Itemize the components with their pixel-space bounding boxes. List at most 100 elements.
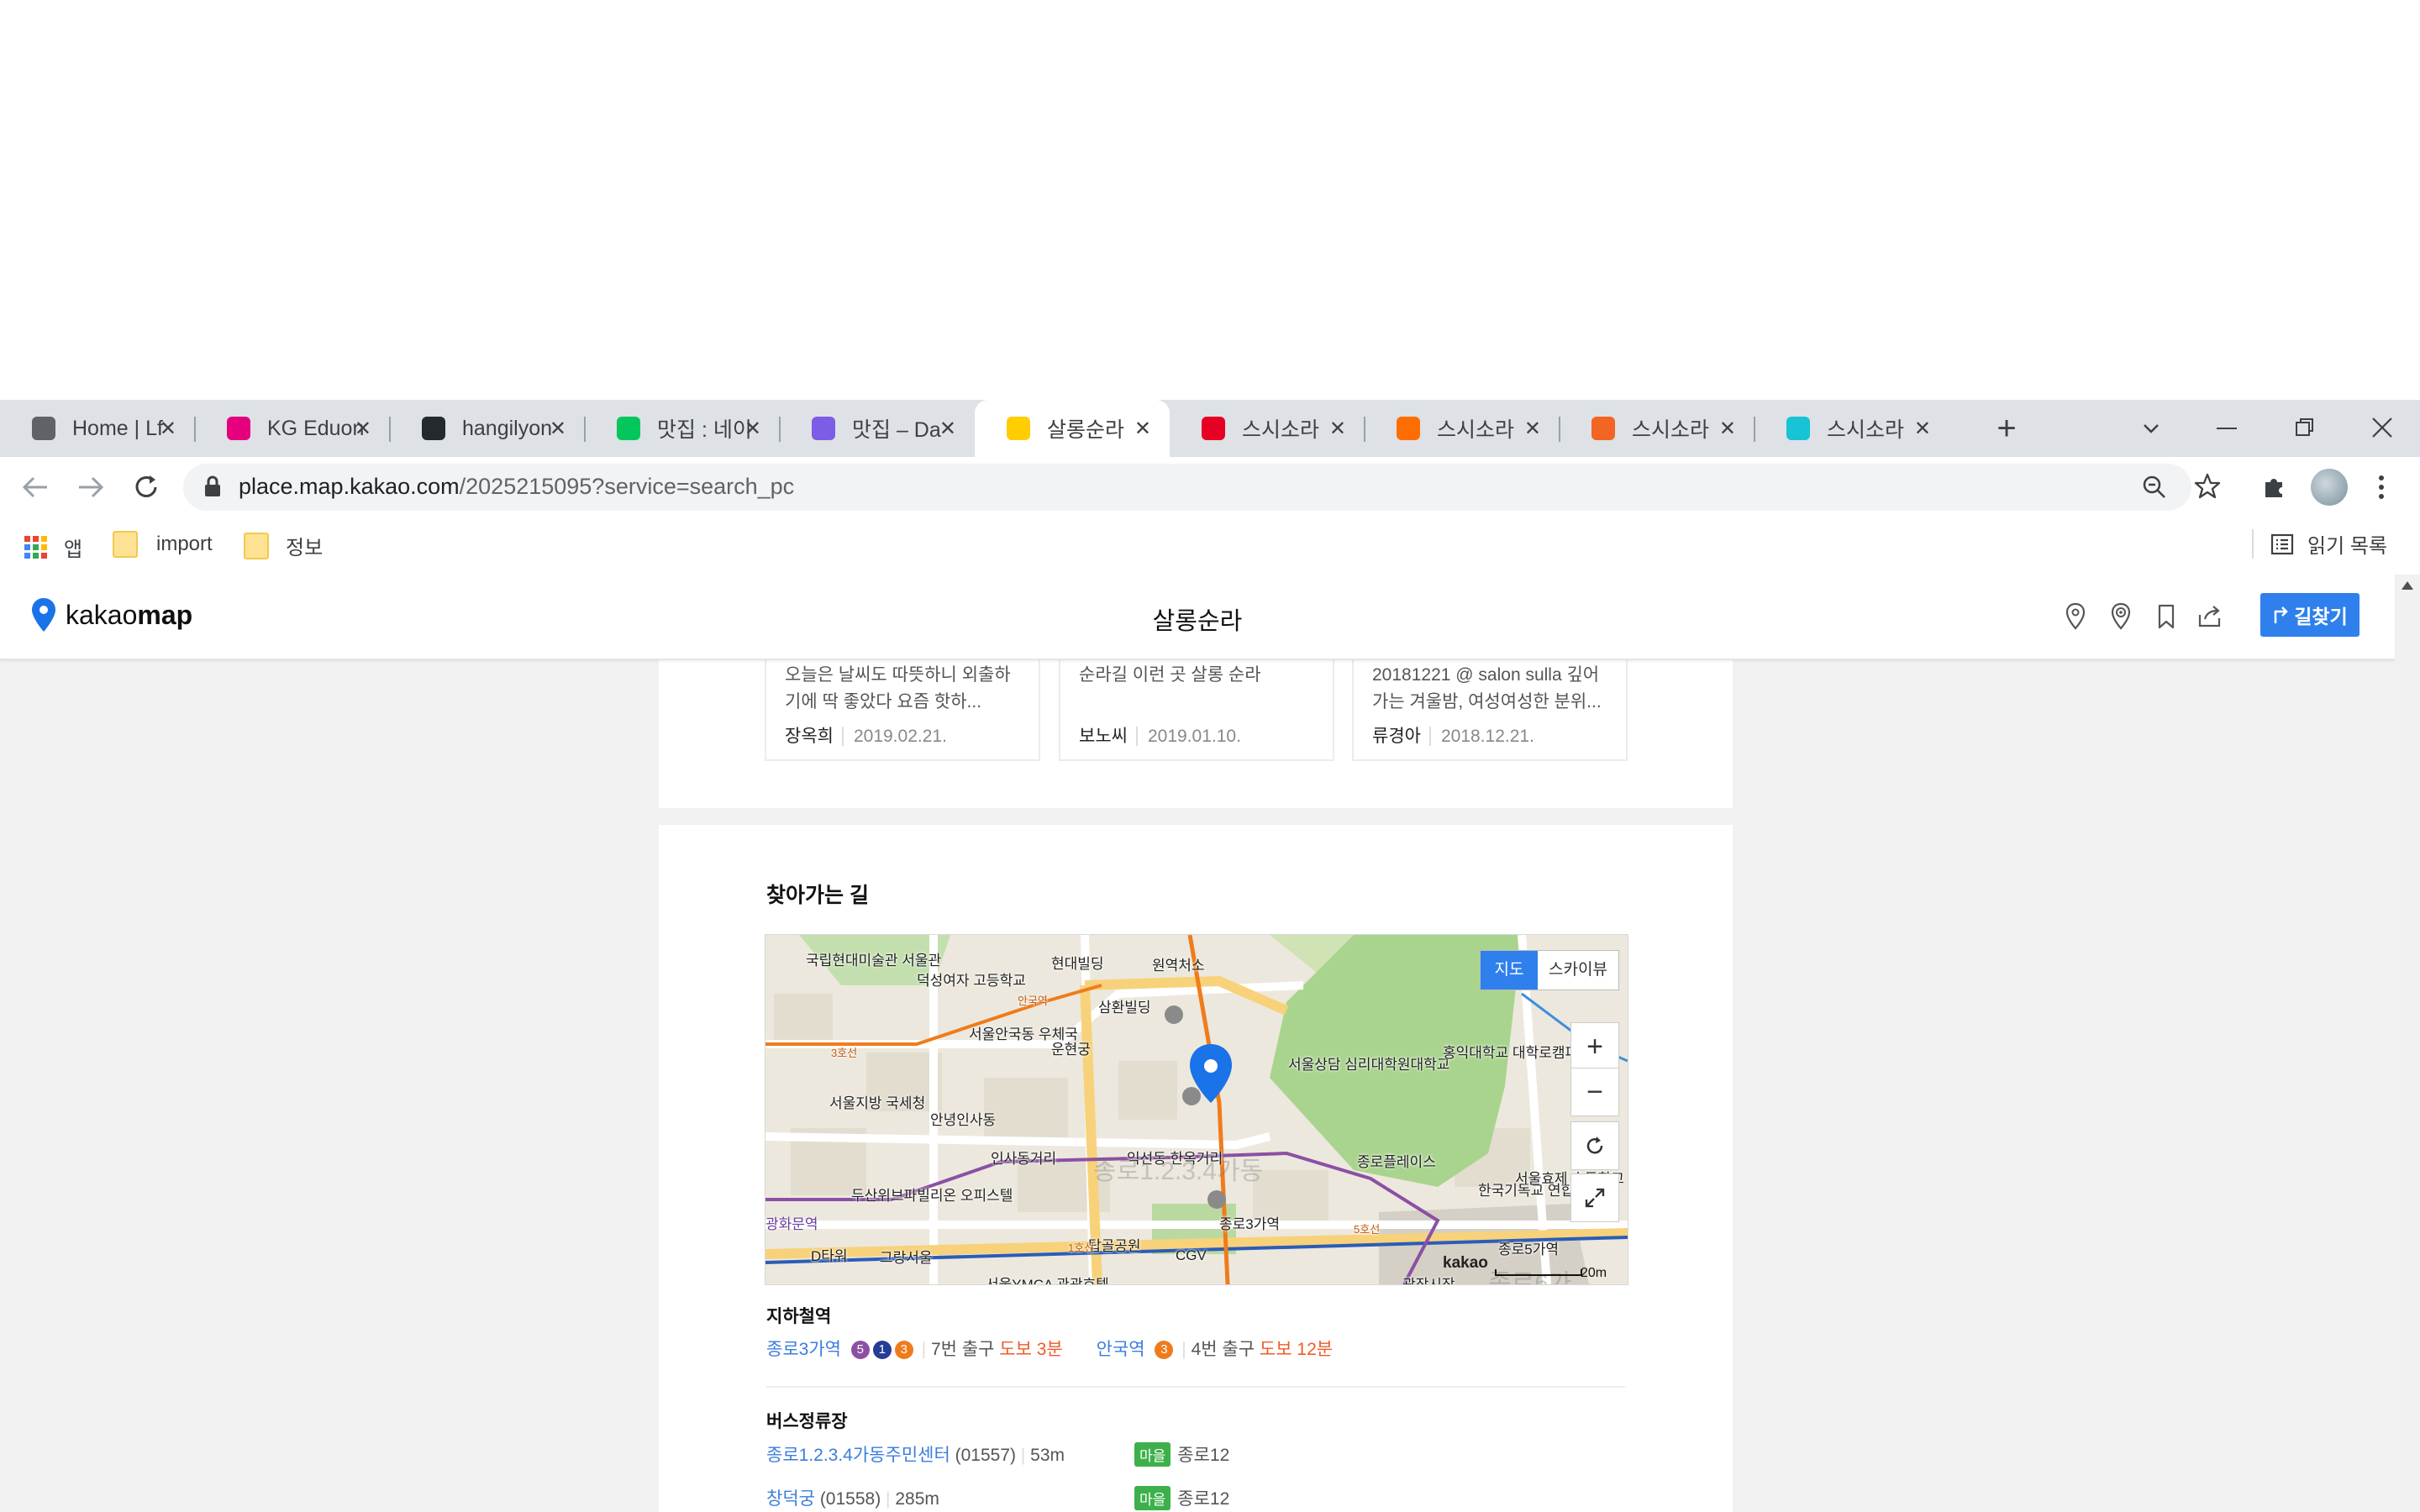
map-label: 서울상담 심리대학원대학교 [1288, 1057, 1450, 1073]
map-label: 인사동거리 [991, 1151, 1057, 1167]
kakaomap-header: kakao map 살롱순라 길찾기 [0, 575, 2395, 660]
refresh-map-button[interactable] [1570, 1121, 1619, 1170]
bus-distance: 285m [895, 1489, 939, 1509]
tab-3[interactable]: hangilyon ✕ [390, 400, 585, 457]
tab-4[interactable]: 맛집 : 네이 ✕ [585, 400, 780, 457]
close-tab-icon[interactable]: ✕ [160, 417, 176, 441]
bus-stop-link[interactable]: 종로1.2.3.4가동주민센터 [766, 1446, 950, 1465]
zoom-in-button[interactable]: + [1570, 1022, 1619, 1071]
bookmark-folder-info[interactable]: 정보 [244, 531, 323, 560]
bookmarks-bar: 앱 import 정보 읽기 목록 [0, 517, 2420, 576]
zoom-out-button[interactable]: − [1570, 1068, 1619, 1116]
zoom-icon[interactable] [2141, 474, 2168, 501]
tab-9[interactable]: 스시소라 ✕ [1560, 400, 1754, 457]
close-tab-icon[interactable]: ✕ [355, 417, 371, 441]
review-text: 20181221 @ salon sulla 깊어가는 겨울밤, 여성여성한 분… [1372, 665, 1602, 711]
roadview-icon[interactable] [2104, 600, 2138, 633]
reload-icon[interactable] [131, 472, 161, 502]
review-card[interactable]: 20181221 @ salon sulla 깊어가는 겨울밤, 여성여성한 분… [1352, 659, 1628, 761]
close-tab-icon[interactable]: ✕ [939, 417, 956, 441]
reading-list-label: 읽기 목록 [2307, 535, 2387, 558]
bus-row: 창덕궁 (01558) | 285m [766, 1485, 939, 1510]
close-tab-icon[interactable]: ✕ [1914, 417, 1931, 441]
tab-7[interactable]: 스시소라 ✕ [1170, 400, 1365, 457]
directions-button[interactable]: 길찾기 [2260, 593, 2360, 637]
extensions-icon[interactable] [2260, 472, 2289, 501]
tab-5[interactable]: 맛집 – Da ✕ [780, 400, 975, 457]
back-icon[interactable] [20, 474, 50, 501]
logo-kakao: kakao [66, 599, 138, 630]
refresh-icon [1586, 1137, 1603, 1154]
bus-route[interactable]: 마을 종로12 [1134, 1441, 1229, 1467]
profile-avatar[interactable] [2311, 469, 2348, 506]
bookmark-folder-import[interactable]: import [113, 531, 213, 558]
review-meta: 장옥희 2019.02.21. [785, 722, 947, 748]
line-badges: 3 [1155, 1340, 1176, 1360]
close-tab-icon[interactable]: ✕ [1524, 417, 1541, 441]
scroll-up-arrow-icon[interactable] [2402, 581, 2413, 590]
bookmark-icon[interactable] [2149, 600, 2183, 633]
pinterest-icon [1202, 417, 1225, 440]
subway-station-link[interactable]: 안국역 [1097, 1340, 1145, 1359]
subway-walk: 도보 3분 [999, 1340, 1063, 1359]
tab-2[interactable]: KG Eduon ✕ [195, 400, 390, 457]
directions-button-label: 길찾기 [2294, 606, 2348, 627]
close-tab-icon[interactable]: ✕ [1329, 417, 1346, 441]
globe-icon [32, 417, 55, 440]
restore-icon[interactable] [2294, 417, 2316, 438]
review-card[interactable]: 오늘은 날씨도 따뜻하니 외출하기에 딱 좋았다 요즘 핫하... 장옥희 201… [765, 659, 1040, 761]
close-tab-icon[interactable]: ✕ [550, 417, 566, 441]
bookmark-star-icon[interactable] [2193, 472, 2222, 501]
lock-icon[interactable] [203, 475, 222, 497]
toolbar: place.map.kakao.com/2025215095?service=s… [0, 457, 2420, 517]
tab-title: 스시소라 [1827, 418, 1905, 442]
tab-teal-icon [1786, 417, 1810, 440]
tab-title: Home | Lf [72, 416, 163, 440]
tab-8[interactable]: 스시소라 ✕ [1365, 400, 1560, 457]
map-label: 5호선 [1354, 1223, 1381, 1236]
review-card[interactable]: 순라길 이런 곳 살롱 순라 보노씨 2019.01.10. [1059, 659, 1334, 761]
bus-type-badge: 마을 [1134, 1442, 1171, 1467]
subway-station-link[interactable]: 종로3가역 [766, 1340, 841, 1359]
bus-route[interactable]: 마을 종로12 [1134, 1485, 1229, 1510]
share-icon[interactable] [2193, 600, 2227, 633]
fullscreen-map-button[interactable] [1570, 1173, 1619, 1222]
review-author: 류경아 [1372, 727, 1421, 746]
map-label: 종로플레이스 [1357, 1154, 1436, 1170]
page-scrollbar[interactable] [2395, 575, 2420, 1512]
new-tab-button[interactable]: + [1988, 410, 2025, 447]
review-date: 2018.12.21. [1428, 727, 1534, 746]
close-tab-icon[interactable]: ✕ [1134, 417, 1151, 441]
tab-title: 맛집 : 네이 [657, 418, 752, 442]
bus-stop-link[interactable]: 창덕궁 [766, 1489, 815, 1509]
bus-route-number: 종로12 [1177, 1446, 1230, 1465]
tab-search-chevron-icon[interactable] [2138, 415, 2165, 442]
bus-title: 버스정류장 [766, 1412, 848, 1431]
forward-icon[interactable] [76, 474, 106, 501]
url-path: /2025215095?service=search_pc [459, 474, 795, 499]
kakaomap-logo[interactable]: kakao map [32, 598, 192, 632]
close-tab-icon[interactable]: ✕ [744, 417, 761, 441]
minimize-icon[interactable] [2217, 428, 2237, 429]
close-tab-icon[interactable]: ✕ [1719, 417, 1736, 441]
chrome-menu-icon[interactable] [2375, 472, 2388, 502]
bookmark-apps[interactable]: 앱 [24, 533, 82, 562]
tab-10[interactable]: 스시소라 ✕ [1754, 400, 1949, 457]
tab-6[interactable]: 살롱순라 ✕ [975, 400, 1170, 457]
url-text[interactable]: place.map.kakao.com/2025215095?service=s… [239, 474, 794, 500]
divider: | [1020, 1446, 1026, 1465]
subway-line-badge: 3 [1155, 1341, 1174, 1360]
map-label: 덕성여자 고등학교 [917, 973, 1026, 989]
close-window-icon[interactable] [2370, 415, 2395, 440]
bus-stop-id: (01557) [955, 1446, 1017, 1465]
location-map[interactable]: 국립현대미술관 서울관 덕성여자 고등학교 현대빌딩 원역처소 삼환빌딩 서울안국동 우체… [765, 934, 1628, 1285]
tab-1[interactable]: Home | Lf ✕ [0, 400, 195, 457]
reading-list[interactable]: 읽기 목록 [2252, 529, 2387, 559]
folder-icon [113, 531, 138, 558]
map-label: 운현궁 [1051, 1042, 1091, 1058]
skyview-mode-button[interactable]: 스카이뷰 [1538, 951, 1618, 990]
map-label: 종로3가역 [1219, 1216, 1281, 1232]
location-pin-icon[interactable] [2059, 600, 2092, 633]
omnibox[interactable]: place.map.kakao.com/2025215095?service=s… [183, 464, 2191, 511]
map-mode-button[interactable]: 지도 [1481, 951, 1538, 990]
